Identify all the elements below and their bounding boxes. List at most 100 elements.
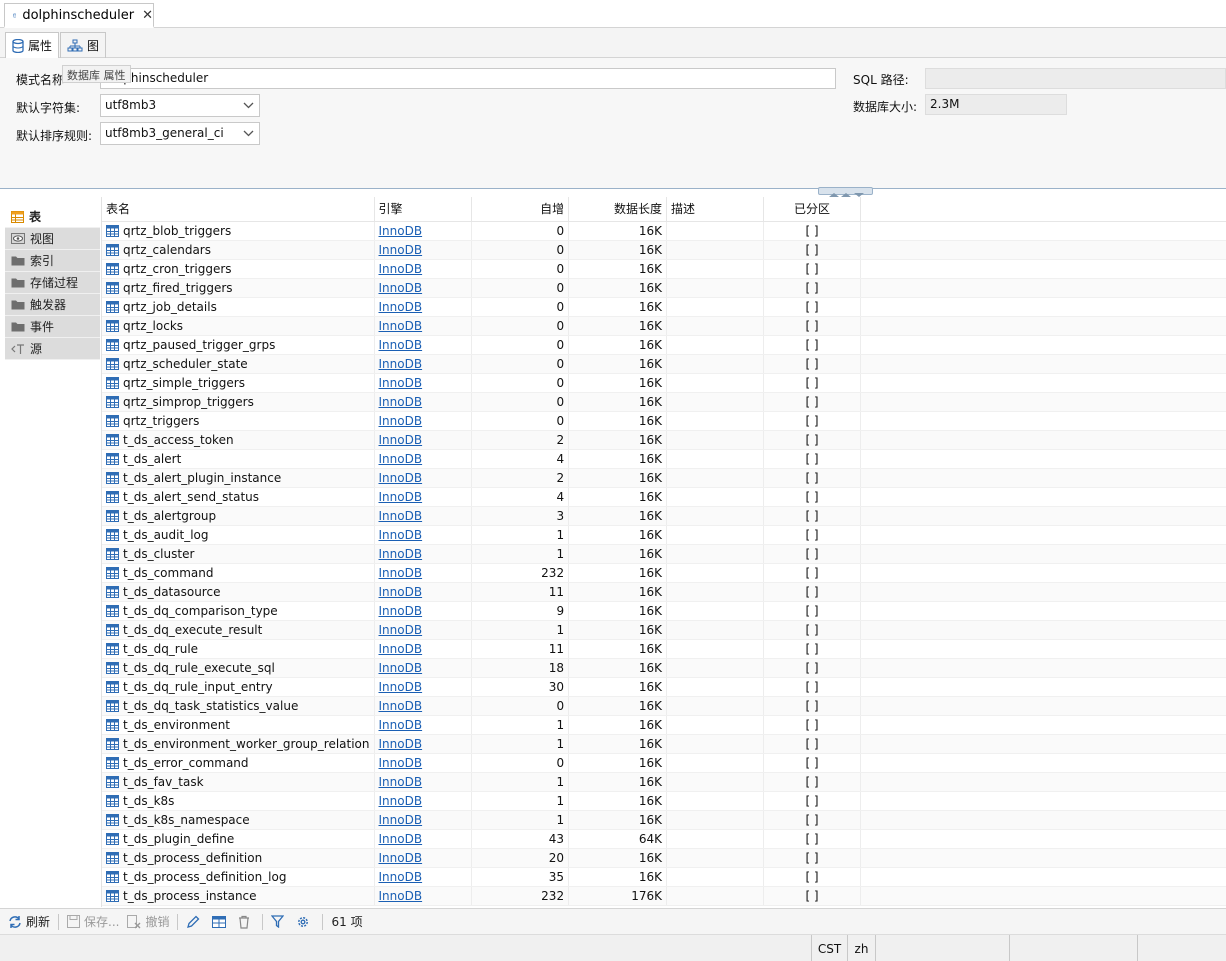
engine-link[interactable]: InnoDB (379, 414, 423, 428)
cell-engine[interactable]: InnoDB (374, 772, 473, 792)
cell-description[interactable] (666, 658, 764, 678)
sidebar-item-source[interactable]: 源 (5, 338, 100, 360)
cell-table-name[interactable]: t_ds_error_command (102, 753, 375, 773)
engine-link[interactable]: InnoDB (379, 718, 423, 732)
cell-table-name[interactable]: qrtz_cron_triggers (102, 259, 375, 279)
table-row[interactable]: t_ds_command InnoDB 232 16K [ ] (102, 563, 1226, 583)
sidebar-item-procedures[interactable]: 存储过程 (5, 272, 100, 294)
cell-table-name[interactable]: t_ds_dq_task_statistics_value (102, 696, 375, 716)
engine-link[interactable]: InnoDB (379, 851, 423, 865)
cell-description[interactable] (666, 810, 764, 830)
engine-link[interactable]: InnoDB (379, 243, 423, 257)
cell-table-name[interactable]: t_ds_environment (102, 715, 375, 735)
cell-description[interactable] (666, 677, 764, 697)
cell-engine[interactable]: InnoDB (374, 335, 473, 355)
cell-engine[interactable]: InnoDB (374, 601, 473, 621)
cell-table-name[interactable]: t_ds_command (102, 563, 375, 583)
cell-description[interactable] (666, 430, 764, 450)
cell-table-name[interactable]: qrtz_blob_triggers (102, 221, 375, 241)
cell-description[interactable] (666, 240, 764, 260)
cell-description[interactable] (666, 335, 764, 355)
cell-description[interactable] (666, 373, 764, 393)
table-row[interactable]: t_ds_process_instance InnoDB 232 176K [ ] (102, 886, 1226, 906)
sidebar-item-tables[interactable]: 表 (5, 206, 100, 228)
cell-description[interactable] (666, 734, 764, 754)
cell-table-name[interactable]: t_ds_process_definition_log (102, 867, 375, 887)
cell-table-name[interactable]: t_ds_cluster (102, 544, 375, 564)
cell-description[interactable] (666, 278, 764, 298)
cell-engine[interactable]: InnoDB (374, 221, 473, 241)
engine-link[interactable]: InnoDB (379, 870, 423, 884)
cell-table-name[interactable]: t_ds_dq_comparison_type (102, 601, 375, 621)
engine-link[interactable]: InnoDB (379, 585, 423, 599)
cell-engine[interactable]: InnoDB (374, 563, 473, 583)
cell-engine[interactable]: InnoDB (374, 316, 473, 336)
cell-engine[interactable]: InnoDB (374, 753, 473, 773)
cell-engine[interactable]: InnoDB (374, 848, 473, 868)
cell-table-name[interactable]: t_ds_dq_rule_execute_sql (102, 658, 375, 678)
new-table-button[interactable] (212, 915, 230, 928)
cell-engine[interactable]: InnoDB (374, 259, 473, 279)
cell-table-name[interactable]: qrtz_job_details (102, 297, 375, 317)
table-row[interactable]: qrtz_fired_triggers InnoDB 0 16K [ ] (102, 278, 1226, 298)
engine-link[interactable]: InnoDB (379, 528, 423, 542)
cell-engine[interactable]: InnoDB (374, 677, 473, 697)
engine-link[interactable]: InnoDB (379, 376, 423, 390)
cell-table-name[interactable]: t_ds_alert (102, 449, 375, 469)
cell-engine[interactable]: InnoDB (374, 354, 473, 374)
table-row[interactable]: t_ds_process_definition InnoDB 20 16K [ ] (102, 848, 1226, 868)
cell-table-name[interactable]: qrtz_calendars (102, 240, 375, 260)
cell-engine[interactable]: InnoDB (374, 373, 473, 393)
table-row[interactable]: qrtz_triggers InnoDB 0 16K [ ] (102, 411, 1226, 431)
cell-description[interactable] (666, 772, 764, 792)
table-row[interactable]: t_ds_alert_plugin_instance InnoDB 2 16K [ ] (102, 468, 1226, 488)
table-row[interactable]: t_ds_plugin_define InnoDB 43 64K [ ] (102, 829, 1226, 849)
edit-button[interactable] (186, 915, 204, 929)
cell-engine[interactable]: InnoDB (374, 867, 473, 887)
cell-description[interactable] (666, 297, 764, 317)
table-row[interactable]: t_ds_audit_log InnoDB 1 16K [ ] (102, 525, 1226, 545)
cell-table-name[interactable]: qrtz_triggers (102, 411, 375, 431)
panel-splitter[interactable] (0, 188, 1226, 194)
save-button[interactable]: 保存... (67, 913, 119, 930)
cell-description[interactable] (666, 392, 764, 412)
engine-link[interactable]: InnoDB (379, 338, 423, 352)
settings-button[interactable] (296, 915, 314, 929)
engine-link[interactable]: InnoDB (379, 433, 423, 447)
cell-description[interactable] (666, 316, 764, 336)
cell-description[interactable] (666, 544, 764, 564)
table-row[interactable]: t_ds_dq_rule_execute_sql InnoDB 18 16K [ ] (102, 658, 1226, 678)
engine-link[interactable]: InnoDB (379, 471, 423, 485)
table-row[interactable]: t_ds_process_definition_log InnoDB 35 16K [ … (102, 867, 1226, 887)
engine-link[interactable]: InnoDB (379, 357, 423, 371)
cell-table-name[interactable]: t_ds_audit_log (102, 525, 375, 545)
engine-link[interactable]: InnoDB (379, 395, 423, 409)
cell-engine[interactable]: InnoDB (374, 791, 473, 811)
splitter-handle[interactable] (818, 187, 873, 197)
table-row[interactable]: t_ds_environment_worker_group_relation In… (102, 734, 1226, 754)
cell-description[interactable] (666, 354, 764, 374)
table-row[interactable]: t_ds_dq_execute_result InnoDB 1 16K [ ] (102, 620, 1226, 640)
cell-engine[interactable]: InnoDB (374, 525, 473, 545)
column-header-partitioned[interactable]: 已分区 (763, 197, 862, 222)
cell-table-name[interactable]: qrtz_simprop_triggers (102, 392, 375, 412)
cell-engine[interactable]: InnoDB (374, 411, 473, 431)
cell-description[interactable] (666, 221, 764, 241)
cell-engine[interactable]: InnoDB (374, 487, 473, 507)
engine-link[interactable]: InnoDB (379, 224, 423, 238)
cancel-button[interactable]: 撤销 (127, 913, 169, 930)
tab-diagram[interactable]: 图 (60, 32, 107, 58)
table-row[interactable]: t_ds_alertgroup InnoDB 3 16K [ ] (102, 506, 1226, 526)
cell-description[interactable] (666, 829, 764, 849)
engine-link[interactable]: InnoDB (379, 737, 423, 751)
cell-engine[interactable]: InnoDB (374, 449, 473, 469)
engine-link[interactable]: InnoDB (379, 813, 423, 827)
cell-description[interactable] (666, 449, 764, 469)
cell-engine[interactable]: InnoDB (374, 506, 473, 526)
cell-table-name[interactable]: t_ds_alert_send_status (102, 487, 375, 507)
cell-engine[interactable]: InnoDB (374, 582, 473, 602)
table-row[interactable]: qrtz_calendars InnoDB 0 16K [ ] (102, 240, 1226, 260)
cell-table-name[interactable]: qrtz_scheduler_state (102, 354, 375, 374)
close-icon[interactable]: ✕ (142, 8, 153, 23)
cell-description[interactable] (666, 848, 764, 868)
